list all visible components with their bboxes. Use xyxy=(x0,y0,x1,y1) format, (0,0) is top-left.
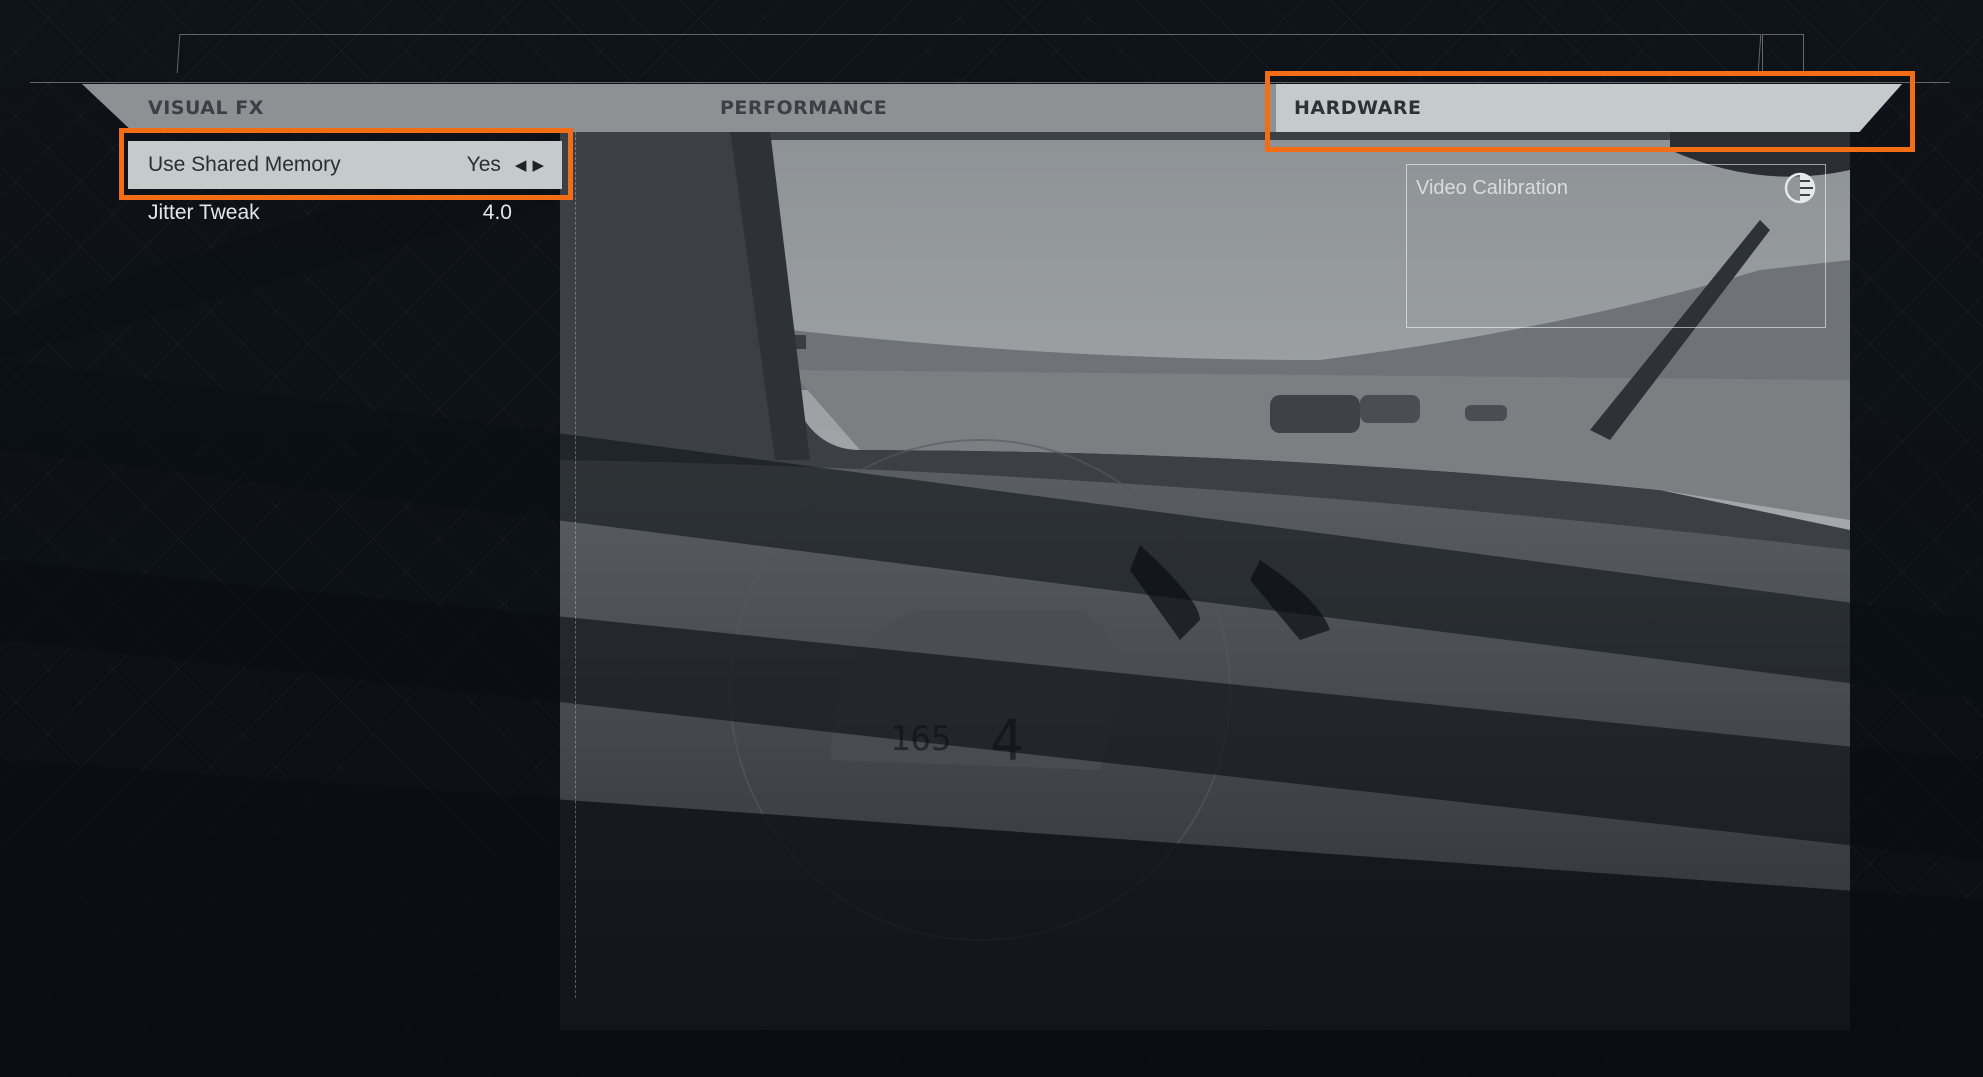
contrast-icon xyxy=(1784,172,1816,204)
game-settings-screen: 165 4 VISUAL FX PERFORMANCE HARDWARE Use… xyxy=(0,0,1983,1077)
setting-label: Jitter Tweak xyxy=(148,201,260,224)
top-frame-end-cap xyxy=(1762,34,1804,73)
svg-text:165: 165 xyxy=(890,719,951,759)
setting-value: 4.0 xyxy=(482,201,512,224)
video-calibration-label: Video Calibration xyxy=(1416,177,1568,199)
setting-row-jitter-tweak[interactable]: Jitter Tweak 4.0 xyxy=(128,189,562,237)
tab-performance[interactable]: PERFORMANCE xyxy=(720,84,887,132)
list-divider xyxy=(575,132,576,998)
tab-visual-fx[interactable]: VISUAL FX xyxy=(148,84,264,132)
video-calibration-panel[interactable]: Video Calibration xyxy=(1406,164,1826,328)
highlight-hardware-tab xyxy=(1265,71,1915,152)
svg-text:4: 4 xyxy=(990,709,1024,774)
top-progress-frame xyxy=(176,34,1762,73)
